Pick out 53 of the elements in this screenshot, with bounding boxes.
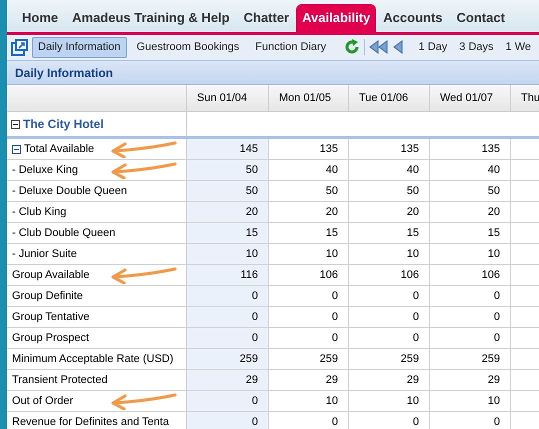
value-cell: 15 (187, 223, 269, 244)
rewind-icon[interactable] (368, 40, 389, 54)
column-header: Wed 01/07 (430, 85, 511, 112)
hotel-name: The City Hotel (23, 116, 104, 134)
row-label: Group Prospect (12, 330, 90, 346)
value-cell: 0 (187, 307, 269, 328)
collapse-icon[interactable] (11, 120, 20, 129)
column-header: Sun 01/04 (187, 85, 269, 112)
value-cell: 0 (187, 328, 269, 348)
value-cell: 259 (187, 349, 269, 370)
value-cell: 0 (187, 391, 269, 412)
range-button[interactable]: 3 Days (455, 39, 498, 56)
row-label: - Junior Suite (12, 246, 77, 262)
row-label: Transient Protected (12, 372, 108, 388)
row-label: - Deluxe King (12, 162, 78, 178)
row-label: Minimum Acceptable Rate (USD) (12, 352, 174, 367)
row-label: Group Tentative (12, 310, 90, 325)
value-cell: 50 (187, 160, 269, 180)
section-title: Daily Information (15, 64, 114, 82)
column-header: Thu (511, 85, 539, 112)
nav-tab[interactable]: Contact (450, 4, 512, 32)
row-label: - Club Double Queen (12, 226, 116, 241)
row-label: Out of Order (12, 394, 74, 409)
view-tab[interactable]: Daily Information (32, 36, 127, 58)
value-cell: 0 (187, 412, 269, 429)
row-label: - Deluxe Double Queen (12, 184, 127, 199)
view-tab[interactable]: Guestroom Bookings (130, 36, 246, 58)
range-button[interactable]: 1 We (502, 39, 535, 56)
row-label: Total Available (24, 142, 94, 157)
value-cell: 145 (187, 139, 269, 160)
row-label: - Club King (12, 204, 66, 220)
value-cell: 50 (187, 181, 269, 202)
refresh-icon[interactable] (344, 39, 360, 56)
range-button[interactable]: 1 Day (414, 39, 452, 56)
column-header: Mon 01/05 (269, 85, 349, 112)
row-label: Group Available (12, 268, 90, 283)
nav-tab[interactable]: Home (15, 4, 66, 32)
value-cell: 20 (187, 202, 269, 222)
value-cell: 29 (187, 370, 269, 390)
popout-icon[interactable] (11, 38, 28, 56)
view-tab[interactable]: Function Diary (249, 36, 332, 58)
row-label: Group Definite (12, 288, 83, 304)
row-label: Revenue for Definites and Tenta (12, 414, 169, 429)
nav-tab[interactable]: Accounts (376, 4, 450, 32)
nav-tab[interactable]: Amadeus Training & Help (65, 4, 237, 32)
collapse-icon[interactable] (12, 144, 21, 154)
column-header: Tue 01/06 (349, 85, 430, 112)
back-icon[interactable] (392, 40, 403, 54)
value-cell: 0 (187, 286, 269, 306)
value-cell: 116 (187, 265, 269, 286)
nav-tab[interactable]: Availability (296, 4, 376, 32)
nav-tab[interactable]: Chatter (236, 4, 296, 32)
value-cell: 10 (187, 244, 269, 264)
